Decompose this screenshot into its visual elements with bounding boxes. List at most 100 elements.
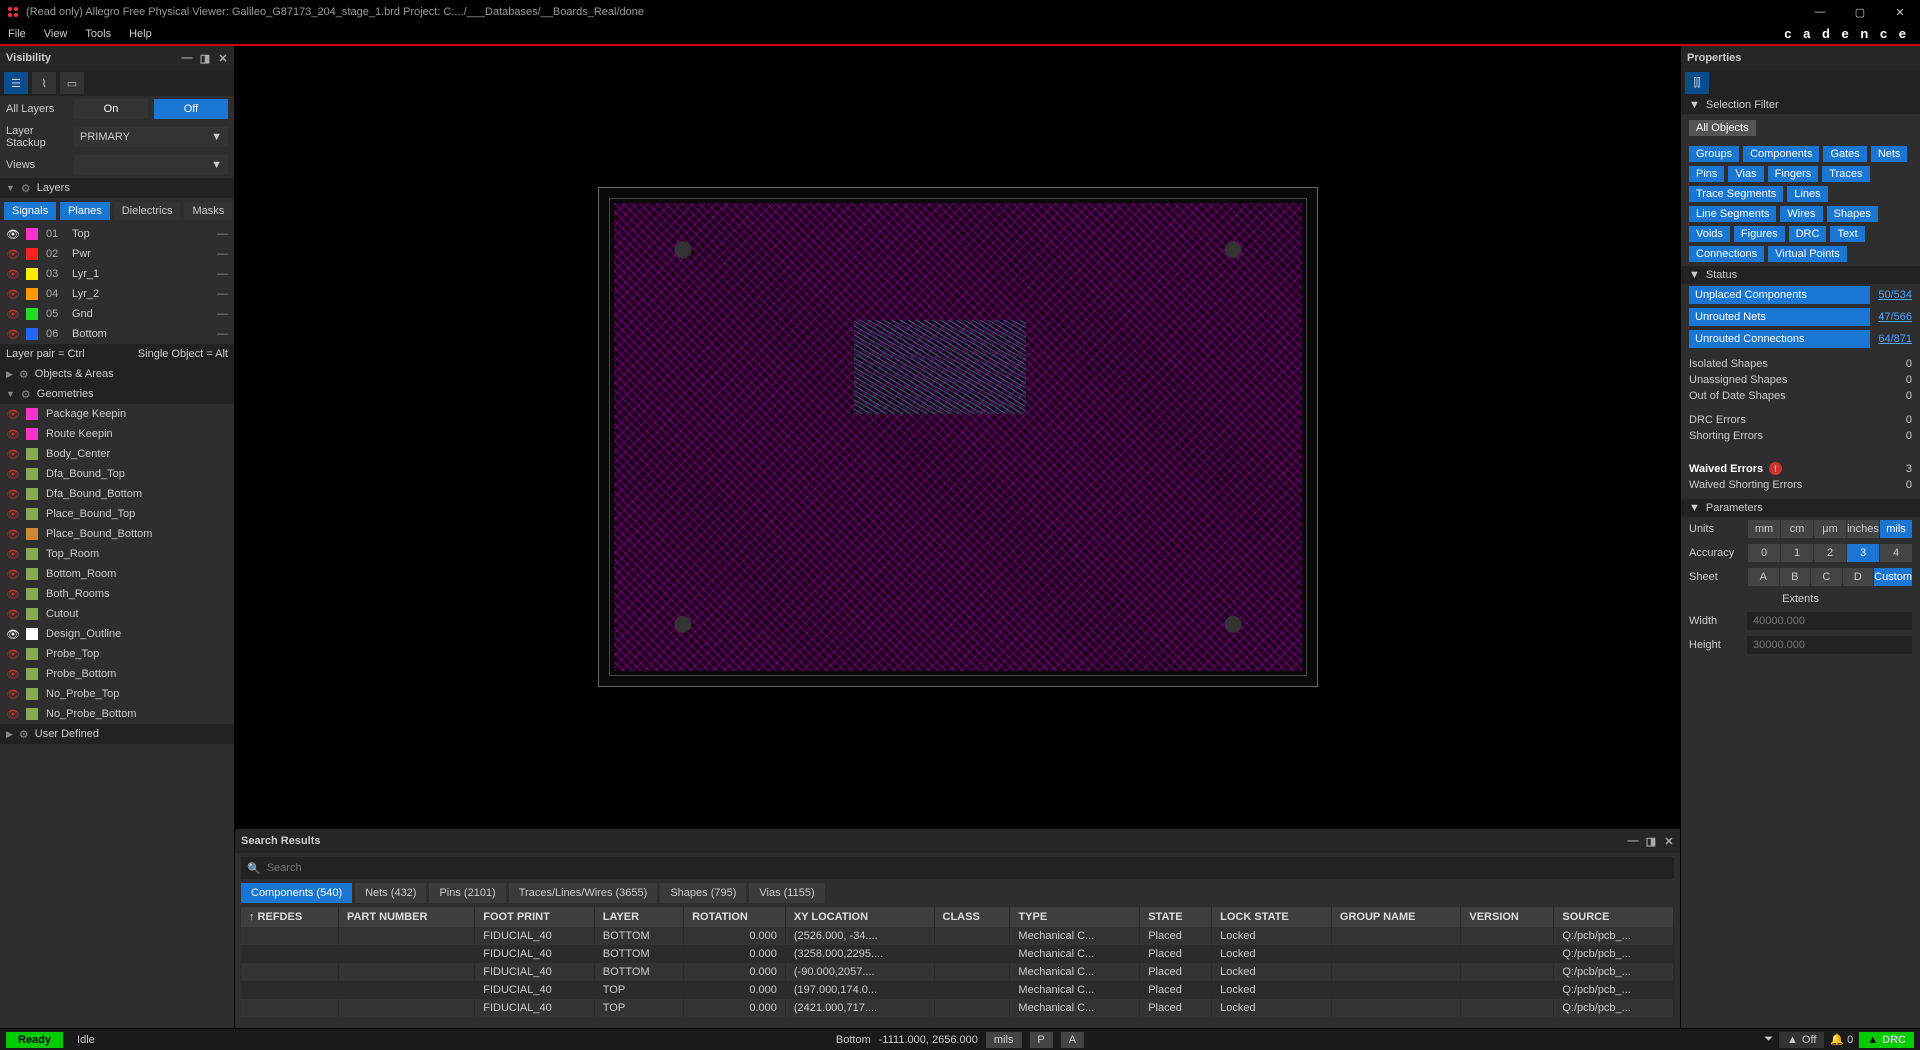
- bell-icon[interactable]: 🔔 0: [1830, 1033, 1853, 1046]
- all-on-button[interactable]: On: [74, 99, 148, 119]
- eye-icon[interactable]: 👁: [6, 668, 18, 681]
- eye-icon[interactable]: 👁: [6, 248, 18, 261]
- color-swatch[interactable]: [26, 328, 38, 340]
- layer-row[interactable]: 👁03Lyr_1—: [0, 264, 234, 284]
- drc-button[interactable]: ▲ DRC: [1859, 1032, 1914, 1048]
- table-row[interactable]: FIDUCIAL_40BOTTOM0.000(2526.000, -34....…: [241, 927, 1674, 945]
- layer-row[interactable]: 👁06Bottom—: [0, 324, 234, 344]
- geometry-row[interactable]: 👁Route Keepin: [0, 424, 234, 444]
- filter-icon[interactable]: ⏷: [1764, 1033, 1773, 1046]
- color-swatch[interactable]: [26, 228, 38, 240]
- color-swatch[interactable]: [26, 408, 38, 420]
- layer-row[interactable]: 👁01Top—: [0, 224, 234, 244]
- panel-min-icon[interactable]: —: [1626, 835, 1640, 847]
- menu-file[interactable]: File: [8, 28, 26, 40]
- color-swatch[interactable]: [26, 628, 38, 640]
- layer-stackup-select[interactable]: PRIMARY▼: [74, 127, 228, 147]
- filter-chip[interactable]: DRC: [1789, 226, 1827, 242]
- eye-icon[interactable]: 👁: [6, 688, 18, 701]
- eye-icon[interactable]: 👁: [6, 408, 18, 421]
- filter-chip[interactable]: Text: [1830, 226, 1864, 242]
- eye-icon[interactable]: 👁: [6, 448, 18, 461]
- display-mode-icon[interactable]: ▭: [60, 72, 84, 94]
- column-header[interactable]: FOOT PRINT: [475, 907, 595, 927]
- table-row[interactable]: FIDUCIAL_40TOP0.000(2421.000,717....Mech…: [241, 999, 1674, 1017]
- search-input[interactable]: 🔍: [241, 857, 1674, 879]
- table-row[interactable]: FIDUCIAL_40BOTTOM0.000(3258.000,2295....…: [241, 945, 1674, 963]
- width-input[interactable]: 40000.000: [1747, 612, 1912, 630]
- column-header[interactable]: STATE: [1140, 907, 1212, 927]
- table-row[interactable]: FIDUCIAL_40BOTTOM0.000(-90.000,2057....M…: [241, 963, 1674, 981]
- eye-icon[interactable]: 👁: [6, 228, 18, 241]
- layer-row[interactable]: 👁05Gnd—: [0, 304, 234, 324]
- segment-option[interactable]: 2: [1814, 544, 1846, 562]
- filter-chip[interactable]: Shapes: [1827, 206, 1878, 222]
- panel-dock-icon[interactable]: ◨: [1644, 835, 1658, 848]
- height-input[interactable]: 30000.000: [1747, 636, 1912, 654]
- geometry-row[interactable]: 👁Bottom_Room: [0, 564, 234, 584]
- geometry-row[interactable]: 👁Body_Center: [0, 444, 234, 464]
- segment-option[interactable]: Custom: [1874, 568, 1912, 586]
- color-swatch[interactable]: [26, 668, 38, 680]
- status-button[interactable]: Unrouted Connections: [1689, 330, 1870, 348]
- eye-icon[interactable]: 👁: [6, 608, 18, 621]
- column-header[interactable]: XY LOCATION: [785, 907, 934, 927]
- gear-icon[interactable]: ⚙: [19, 728, 29, 741]
- design-canvas[interactable]: [235, 46, 1680, 828]
- layer-row[interactable]: 👁02Pwr—: [0, 244, 234, 264]
- p-toggle[interactable]: P: [1029, 1032, 1052, 1048]
- a-toggle[interactable]: A: [1061, 1032, 1084, 1048]
- filter-chip[interactable]: Voids: [1689, 226, 1730, 242]
- eye-icon[interactable]: 👁: [6, 288, 18, 301]
- column-header[interactable]: GROUP NAME: [1331, 907, 1460, 927]
- geometry-row[interactable]: 👁No_Probe_Top: [0, 684, 234, 704]
- units-toggle[interactable]: mils: [986, 1032, 1022, 1048]
- eye-icon[interactable]: 👁: [6, 488, 18, 501]
- column-header[interactable]: VERSION: [1461, 907, 1554, 927]
- filter-chip[interactable]: Vias: [1728, 166, 1763, 182]
- color-swatch[interactable]: [26, 648, 38, 660]
- geometry-row[interactable]: 👁Place_Bound_Bottom: [0, 524, 234, 544]
- eye-icon[interactable]: 👁: [6, 268, 18, 281]
- filter-chip[interactable]: Pins: [1689, 166, 1724, 182]
- all-off-button[interactable]: Off: [154, 99, 228, 119]
- eye-icon[interactable]: 👁: [6, 568, 18, 581]
- eye-icon[interactable]: 👁: [6, 648, 18, 661]
- segment-option[interactable]: 3: [1847, 544, 1879, 562]
- minimize-button[interactable]: —: [1800, 0, 1840, 24]
- menu-tools[interactable]: Tools: [85, 28, 111, 40]
- gear-icon[interactable]: ⚙: [19, 368, 29, 381]
- color-swatch[interactable]: [26, 488, 38, 500]
- color-swatch[interactable]: [26, 248, 38, 260]
- color-swatch[interactable]: [26, 288, 38, 300]
- segment-option[interactable]: C: [1811, 568, 1842, 586]
- eye-icon[interactable]: 👁: [6, 708, 18, 721]
- color-swatch[interactable]: [26, 608, 38, 620]
- filter-chip[interactable]: Groups: [1689, 146, 1739, 162]
- color-swatch[interactable]: [26, 528, 38, 540]
- eye-icon[interactable]: 👁: [6, 628, 18, 641]
- eye-icon[interactable]: 👁: [6, 548, 18, 561]
- geometry-row[interactable]: 👁Dfa_Bound_Top: [0, 464, 234, 484]
- color-swatch[interactable]: [26, 468, 38, 480]
- status-link[interactable]: 50/534: [1878, 289, 1912, 301]
- color-swatch[interactable]: [26, 428, 38, 440]
- segment-option[interactable]: B: [1780, 568, 1811, 586]
- geometry-row[interactable]: 👁Dfa_Bound_Bottom: [0, 484, 234, 504]
- all-objects-chip[interactable]: All Objects: [1689, 120, 1756, 136]
- eye-icon[interactable]: 👁: [6, 328, 18, 341]
- color-swatch[interactable]: [26, 448, 38, 460]
- layer-tab[interactable]: Signals: [4, 202, 56, 220]
- column-header[interactable]: LAYER: [594, 907, 683, 927]
- filter-chip[interactable]: Fingers: [1768, 166, 1819, 182]
- eye-icon[interactable]: 👁: [6, 468, 18, 481]
- color-swatch[interactable]: [26, 548, 38, 560]
- panel-min-icon[interactable]: —: [180, 52, 194, 64]
- segment-option[interactable]: 1: [1781, 544, 1813, 562]
- segment-option[interactable]: mils: [1880, 520, 1912, 538]
- eye-icon[interactable]: 👁: [6, 508, 18, 521]
- filter-chip[interactable]: Virtual Points: [1768, 246, 1847, 262]
- filter-chip[interactable]: Trace Segments: [1689, 186, 1783, 202]
- segment-option[interactable]: A: [1748, 568, 1779, 586]
- eye-icon[interactable]: 👁: [6, 428, 18, 441]
